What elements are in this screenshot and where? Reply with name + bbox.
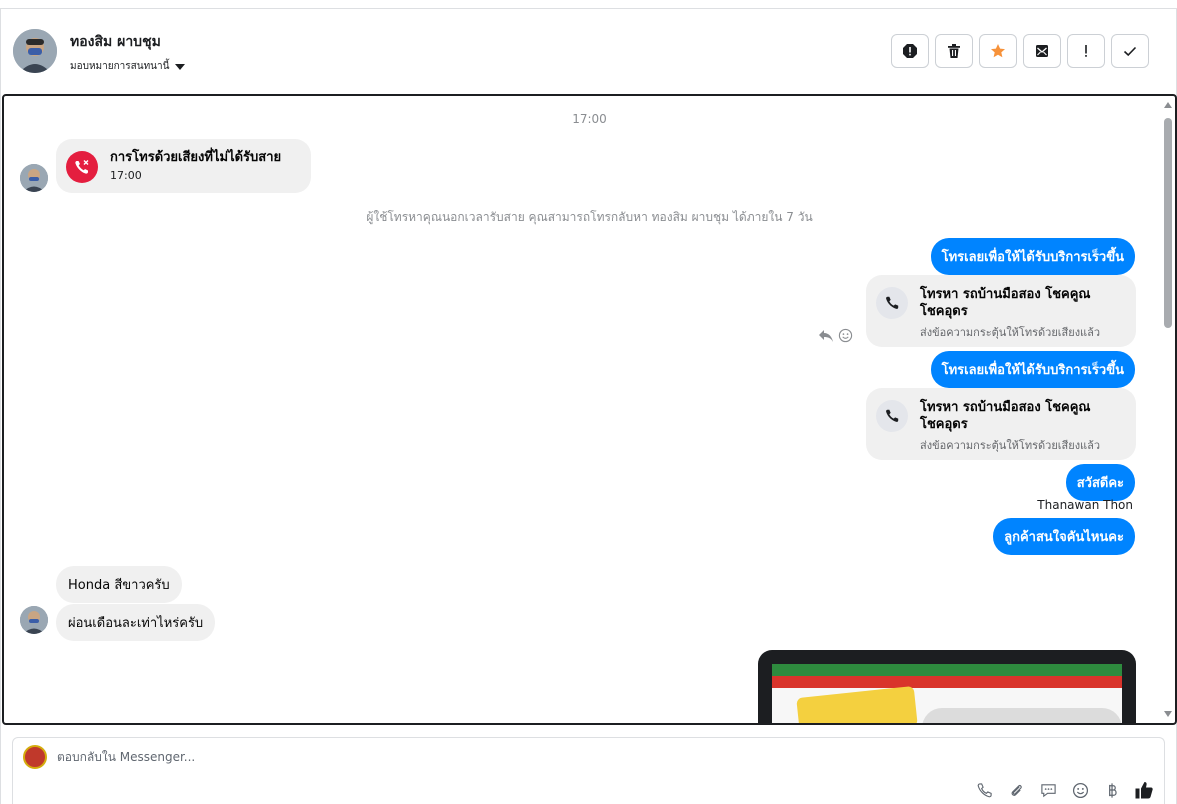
inbox-frame: ทองสิม ผาบชุม มอบหมายการสนทนานี้ 17:00 ก… [0,0,1177,804]
emoji-react-icon[interactable] [838,328,853,343]
call-prompt-card[interactable]: โทรหา รถบ้านมือสอง โชคคูณ โชคอุดร ส่งข้อ… [866,275,1136,347]
call-prompt-subtitle: ส่งข้อความกระตุ้นให้โทรด้วยเสียงแล้ว [920,439,1101,452]
outgoing-message[interactable]: สวัสดีคะ [1065,464,1135,501]
emoji-icon [1072,782,1088,798]
conversation-header: ทองสิม ผาบชุม มอบหมายการสนทนานี้ [1,9,1176,93]
exclamation-icon [1085,45,1087,57]
star-button[interactable] [979,34,1017,68]
alert-octagon-icon [903,44,917,58]
header-actions [891,34,1149,68]
phone-icon [876,400,908,432]
caret-down-icon [175,63,186,70]
mark-unread-button[interactable] [1023,34,1061,68]
call-prompt-title-line2: โชคอุดร [920,417,968,432]
trash-icon [948,44,960,58]
attach-button[interactable] [1006,780,1026,800]
report-button[interactable] [891,34,929,68]
contact-avatar-small [20,606,48,634]
car-ad-image [772,664,1122,723]
contact-avatar[interactable] [13,29,57,73]
outgoing-message[interactable]: โทรเลยเพื่อให้ได้รับบริการเร็วขึ้น [930,351,1135,388]
message-timestamp: 17:00 [572,112,607,126]
callback-notice: ผู้ใช้โทรหาคุณนอกเวลารับสาย คุณสามารถโทร… [366,210,813,224]
incoming-message[interactable]: Honda สีขาวครับ [56,566,182,603]
mark-done-button[interactable] [1111,34,1149,68]
delete-button[interactable] [935,34,973,68]
contact-name[interactable]: ทองสิม ผาบชุม [70,31,161,53]
composer-tools [974,780,1154,800]
emoji-button[interactable] [1070,780,1090,800]
star-icon [991,44,1005,58]
scrollbar[interactable] [1161,96,1175,723]
assign-conversation-dropdown[interactable]: มอบหมายการสนทนานี้ [70,59,186,74]
contact-avatar-small [20,164,48,192]
scroll-up-arrow-icon[interactable] [1164,102,1172,108]
saved-replies-button[interactable] [1038,780,1058,800]
missed-call-time: 17:00 [110,169,142,182]
assign-label: มอบหมายการสนทนานี้ [70,61,170,72]
scroll-down-arrow-icon[interactable] [1164,711,1172,717]
message-hover-actions [818,328,853,343]
missed-call-icon [66,151,98,183]
incoming-message[interactable]: ผ่อนเดือนละเท่าไหร่ครับ [56,604,216,641]
image-attachment[interactable] [758,650,1136,723]
reply-input[interactable] [57,750,657,764]
like-button[interactable] [1134,780,1154,800]
spam-button[interactable] [1067,34,1105,68]
call-prompt-title: โทรหา รถบ้านมือสอง โชคคูณ [920,400,1091,415]
outgoing-message[interactable]: โทรเลยเพื่อให้ได้รับบริการเร็วขึ้น [930,238,1135,275]
voice-call-button[interactable] [974,780,994,800]
outgoing-message[interactable]: ลูกค้าสนใจคันไหนคะ [993,518,1135,555]
chat-bubble-icon [1040,783,1056,797]
call-prompt-title-line2: โชคอุดร [920,304,968,319]
payment-button[interactable] [1102,780,1122,800]
paperclip-icon [1011,784,1022,796]
missed-call-card[interactable]: การโทรด้วยเสียงที่ไม่ได้รับสาย 17:00 [56,139,311,193]
message-thread[interactable]: 17:00 การโทรด้วยเสียงที่ไม่ได้รับสาย 17:… [2,94,1177,725]
missed-call-title: การโทรด้วยเสียงที่ไม่ได้รับสาย [110,150,282,165]
envelope-icon [1036,45,1048,57]
reply-composer [12,737,1165,804]
reply-icon[interactable] [818,329,834,343]
phone-icon [876,287,908,319]
check-icon [1123,46,1137,57]
sender-name: Thanawan Thon [1037,498,1133,512]
call-prompt-title: โทรหา รถบ้านมือสอง โชคคูณ [920,287,1091,302]
thumbs-up-icon [1135,782,1153,799]
page-avatar [23,745,47,769]
call-prompt-card[interactable]: โทรหา รถบ้านมือสอง โชคคูณ โชคอุดร ส่งข้อ… [866,388,1136,460]
baht-icon [1108,782,1117,798]
phone-icon [977,782,992,797]
call-prompt-subtitle: ส่งข้อความกระตุ้นให้โทรด้วยเสียงแล้ว [920,326,1101,339]
